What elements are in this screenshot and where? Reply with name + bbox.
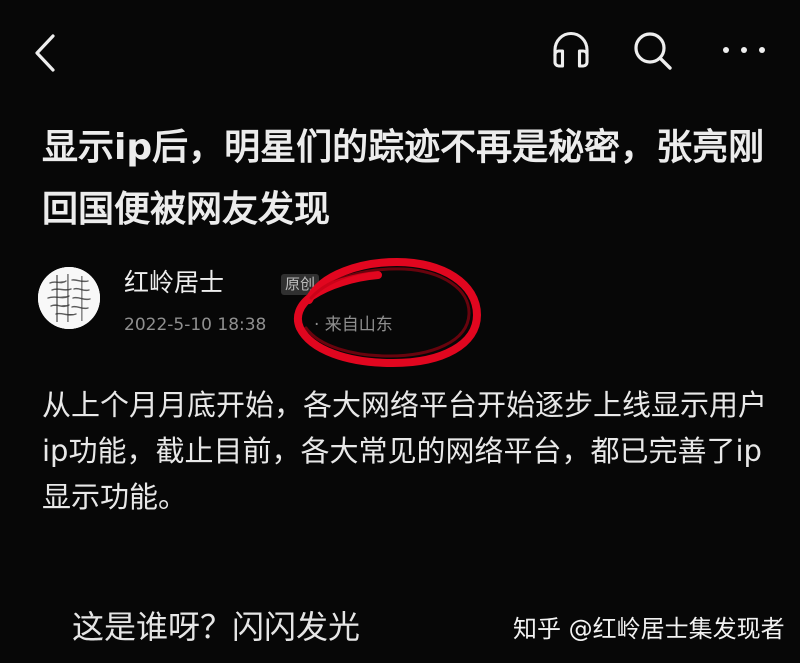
original-badge: 原创 xyxy=(281,274,320,295)
chevron-left-icon[interactable] xyxy=(30,31,62,75)
author-avatar[interactable] xyxy=(38,267,100,329)
search-icon[interactable] xyxy=(628,26,678,76)
author-meta: 红岭居士 原创 2022-5-10 18:38 · 来自山东 xyxy=(38,263,508,345)
article-body: 从上个月月底开始，各大网络平台开始逐步上线显示用户ip功能，截止目前，各大常见的… xyxy=(42,388,768,514)
more-horizontal-icon[interactable] xyxy=(716,28,772,72)
article-title: 显示ip后，明星们的踪迹不再是秘密，张亮刚回国便被网友发现 xyxy=(42,127,765,230)
ip-location: · 来自山东 xyxy=(314,315,393,335)
top-navigation-bar xyxy=(0,0,800,105)
headphones-icon[interactable] xyxy=(548,27,594,73)
author-name[interactable]: 红岭居士 xyxy=(124,267,224,299)
calligraphy-avatar-icon xyxy=(38,267,100,329)
image-caption-question: 这是谁呀？闪闪发光 xyxy=(72,608,361,646)
zhihu-watermark: 知乎 @红岭居士集发现者 xyxy=(513,615,785,643)
post-date: 2022-5-10 18:38 xyxy=(124,315,267,335)
